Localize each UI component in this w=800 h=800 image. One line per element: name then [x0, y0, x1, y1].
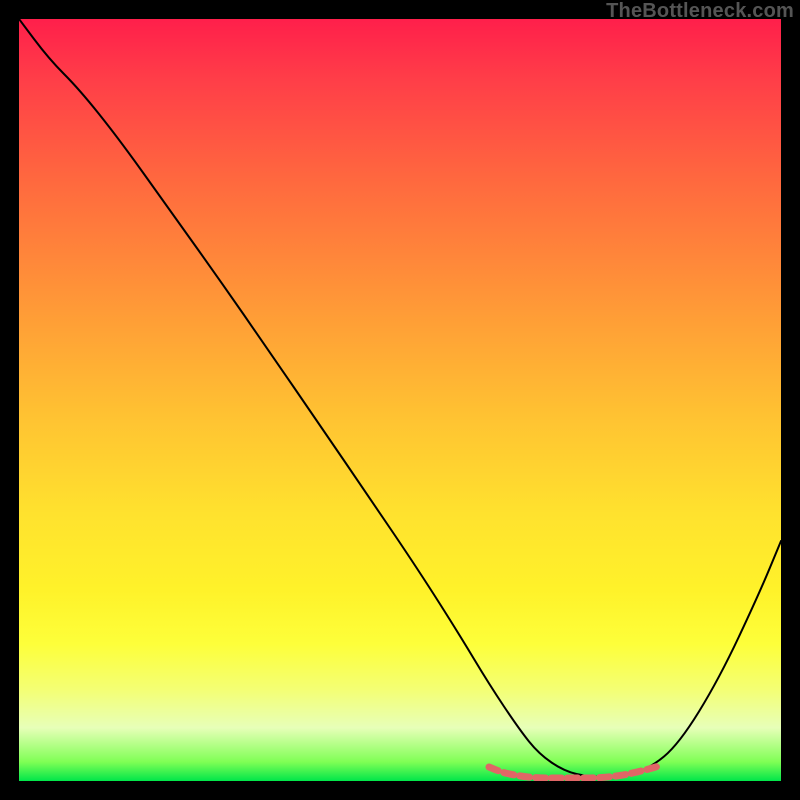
chart-svg [19, 19, 781, 781]
bottleneck-curve [19, 19, 781, 777]
bottom-marker-band [489, 766, 659, 778]
watermark-text: TheBottleneck.com [606, 0, 794, 23]
chart-frame [19, 19, 781, 781]
